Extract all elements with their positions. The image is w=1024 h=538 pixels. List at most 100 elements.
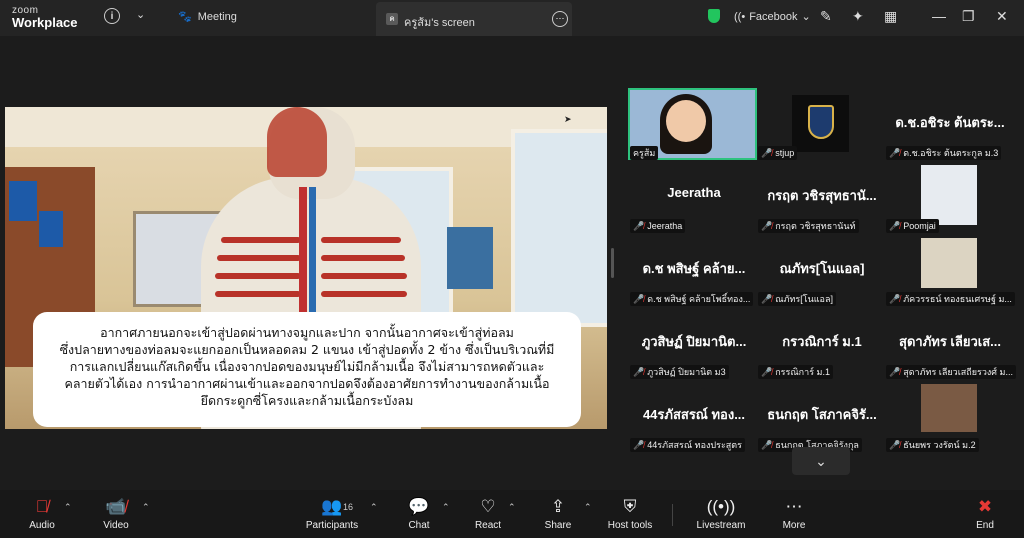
chevron-down-icon: ⌄ <box>815 453 827 469</box>
muted-mic-icon: 🎤̸ <box>633 439 645 450</box>
heart-icon: ♡ <box>480 497 496 516</box>
participant-tile[interactable]: 44รภัสสรณ์ ทอง... 🎤̸ 44รภัสสรณ์ ทองประสูต… <box>630 390 758 452</box>
end-call-icon: ✖ <box>977 497 993 516</box>
caption-line: คลายตัวได้เอง การนำอากาศผ่านเข้าและออกจา… <box>64 376 550 391</box>
participant-tile[interactable]: 🎤̸ stjup <box>758 98 886 160</box>
screen-share-tab[interactable]: ค ครูส้ม's screen ⋯ <box>376 2 572 36</box>
muted-mic-icon: 🎤̸ <box>633 293 645 304</box>
participant-tile[interactable]: ภูวสิษฏ์ ปิยมานิต... 🎤̸ ภูวสิษฏ์ ปิยมานิต… <box>630 317 758 379</box>
chevron-up-icon[interactable]: ⌃ <box>442 502 450 513</box>
participant-name-label: 🎤̸ กรรณิการ์ ม.1 <box>758 365 833 379</box>
participant-tile[interactable]: ธนกฤต โสภาคจิรั... 🎤̸ ธนกฤต โสภาคจิรังกุล <box>758 390 886 452</box>
livestream-icon: ((•)) <box>706 497 736 516</box>
chevron-down-icon: ⌄ <box>801 11 811 23</box>
video-off-icon: 📹̸ <box>105 497 127 516</box>
chevron-up-icon[interactable]: ⌃ <box>508 502 516 513</box>
panel-resize-handle[interactable] <box>611 248 614 278</box>
participant-tile[interactable]: กรวณิการ์ ม.1 🎤̸ กรรณิการ์ ม.1 <box>758 317 886 379</box>
meeting-button[interactable]: 🐾 Meeting <box>178 10 237 24</box>
more-label: More <box>782 520 806 531</box>
more-icon: ⋯ <box>785 497 803 516</box>
scroll-down-button[interactable]: ⌄ <box>792 447 850 475</box>
react-button[interactable]: ♡ React <box>472 496 504 531</box>
participant-tile[interactable]: สุดาภัทร เลียวเส... 🎤̸ สุดาภัทร เลียวเสถี… <box>886 317 1016 379</box>
video-button[interactable]: 📹̸ Video <box>98 496 134 531</box>
caption-box: อากาศภายนอกจะเข้าสู่ปอดผ่านทางจมูกและปาก… <box>33 312 581 427</box>
audio-label: Audio <box>29 520 55 531</box>
info-icon[interactable]: i <box>104 8 120 24</box>
chevron-up-icon[interactable]: ⌃ <box>370 502 378 513</box>
participant-tile[interactable]: 🎤̸ ธันยพร วงรัตน์ ม.2 <box>886 390 1014 452</box>
close-icon[interactable]: ✕ <box>996 8 1008 25</box>
muted-mic-icon: 🎤̸ <box>761 147 773 158</box>
muted-mic-icon: 🎤̸ <box>761 366 773 377</box>
participant-tile[interactable]: 🎤̸ ภัควรรธน์ ทองธนเศรษฐ์ ม... <box>886 244 1015 306</box>
chat-button[interactable]: 💬 Chat <box>404 496 434 531</box>
share-label: Share <box>544 520 572 531</box>
restore-window-icon[interactable]: ❐ <box>962 8 975 25</box>
anatomy-model-muscle <box>267 107 327 177</box>
storage-bin <box>9 181 37 221</box>
screen-tab-label: ครูส้ม's screen <box>404 17 475 29</box>
annotate-pen-icon[interactable]: ✎ <box>820 8 832 25</box>
minimize-icon[interactable]: — <box>932 8 946 24</box>
shield-icon[interactable] <box>708 9 720 23</box>
layout-view-icon[interactable]: ▦ <box>884 8 897 25</box>
storage-bin <box>39 211 63 247</box>
participant-tile: ครูส้ม <box>630 98 758 160</box>
chevron-up-icon[interactable]: ⌃ <box>584 502 592 513</box>
participant-name-label: 🎤̸ 44รภัสสรณ์ ทองประสูตร <box>630 438 745 452</box>
participant-name-label: 🎤̸ ธันยพร วงรัตน์ ม.2 <box>886 438 979 452</box>
shared-screen: อากาศภายนอกจะเข้าสู่ปอดผ่านทางจมูกและปาก… <box>5 107 607 429</box>
share-button[interactable]: ⇪ Share <box>542 496 574 531</box>
chevron-up-icon[interactable]: ⌃ <box>142 502 150 513</box>
participant-tile[interactable]: ด.ช พสิษฐ์ คล้าย... 🎤̸ ด.ช พสิษฐ์ คล้ายโพ… <box>630 244 758 306</box>
participant-tile[interactable]: ณภัทร[โนแอล] 🎤̸ ณภัทร[โนแอล] <box>758 244 886 306</box>
muted-mic-icon: 🎙̸ <box>35 497 49 516</box>
caption-line: ยึดกระดูกซี่โครงและกล้ามเนื้อกระบังลม <box>200 393 414 408</box>
muted-mic-icon: 🎤̸ <box>633 366 645 377</box>
muted-mic-icon: 🎤̸ <box>889 293 901 304</box>
caption-line: อากาศภายนอกจะเข้าสู่ปอดผ่านทางจมูกและปาก… <box>100 325 514 340</box>
participant-name-label: 🎤̸ สุดาภัทร เลียวเสถียรวงศ์ ม... <box>886 365 1016 379</box>
participant-tile[interactable]: Jeeratha 🎤̸ Jeeratha <box>630 171 758 233</box>
muted-mic-icon: 🎤̸ <box>761 220 773 231</box>
window <box>511 129 607 327</box>
host-tools-label: Host tools <box>607 520 653 531</box>
caption-line: การแลกเปลี่ยนแก๊สเกิดขึ้น เนื่องจากปอดขอ… <box>69 359 545 374</box>
participant-name-label: 🎤̸ ด.ช.อชิระ ต้นตระกูล ม.3 <box>886 146 1002 160</box>
muted-mic-icon: 🎤̸ <box>889 220 901 231</box>
more-options-icon[interactable]: ⋯ <box>552 11 568 27</box>
more-button[interactable]: ⋯ More <box>778 496 810 531</box>
participant-name-label: 🎤̸ ภูวสิษฏ์ ปิยมานิต ม3 <box>630 365 729 379</box>
host-tools-button[interactable]: ⛨ Host tools <box>604 496 656 531</box>
audio-button[interactable]: 🎙̸ Audio <box>24 496 60 531</box>
mouse-cursor-icon: ➤ <box>564 114 572 124</box>
participant-name-label: 🎤̸ ณภัทร[โนแอล] <box>758 292 836 306</box>
chevron-up-icon[interactable]: ⌃ <box>64 502 72 513</box>
participant-tile[interactable]: ด.ช.อชิระ ต้นตระ... 🎤̸ ด.ช.อชิระ ต้นตระกู… <box>886 98 1014 160</box>
participants-count: 16 <box>343 502 354 512</box>
video-label: Video <box>103 520 129 531</box>
share-screen-icon: ⇪ <box>550 497 566 516</box>
end-label: End <box>976 520 994 531</box>
livestream-facebook-button[interactable]: ((• Facebook ⌄ <box>734 10 811 24</box>
end-meeting-button[interactable]: ✖ End <box>970 496 1000 531</box>
participant-display-name: Jeeratha <box>667 185 721 200</box>
muted-mic-icon: 🎤̸ <box>889 147 901 158</box>
participants-label: Participants <box>305 520 359 531</box>
wall-poster <box>447 227 493 289</box>
chevron-down-icon[interactable]: ⌄ <box>136 8 145 21</box>
rib <box>321 273 407 279</box>
muted-mic-icon: 🎤̸ <box>761 293 773 304</box>
zoom-logo: zoom Workplace <box>12 6 78 30</box>
sparkle-icon[interactable]: ✦ <box>852 8 864 25</box>
rib <box>215 273 301 279</box>
participant-tile[interactable]: กรฤต วชิรสุทธานั... 🎤̸ กรฤต วชิรสุทธานันท… <box>758 171 886 233</box>
participant-display-name: ด.ช พสิษฐ์ คล้าย... <box>642 261 746 276</box>
chat-icon: 💬 <box>408 497 430 516</box>
livestream-button[interactable]: ((•)) Livestream <box>694 496 748 531</box>
participant-tile[interactable]: 🎤̸ Poomjai <box>886 171 1014 233</box>
rib <box>321 255 405 261</box>
participant-display-name: ธนกฤต โสภาคจิรั... <box>767 407 877 422</box>
